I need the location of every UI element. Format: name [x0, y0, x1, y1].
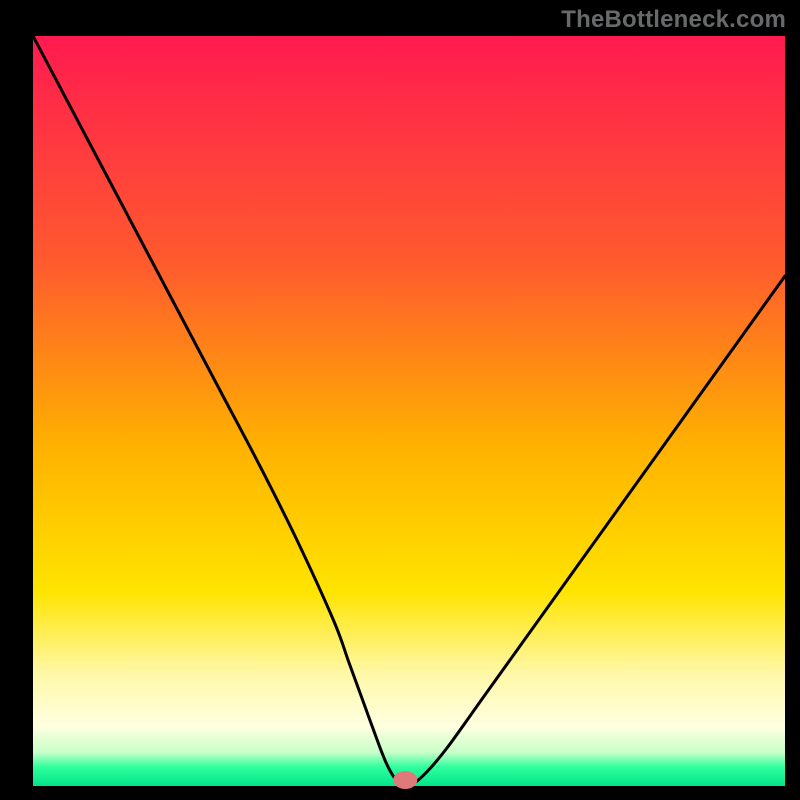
- chart-frame: { "watermark": "TheBottleneck.com", "cha…: [0, 0, 800, 800]
- watermark-text: TheBottleneck.com: [561, 6, 786, 34]
- bottleneck-chart: [0, 0, 800, 800]
- gradient-background: [33, 36, 785, 786]
- optimal-marker: [393, 771, 417, 789]
